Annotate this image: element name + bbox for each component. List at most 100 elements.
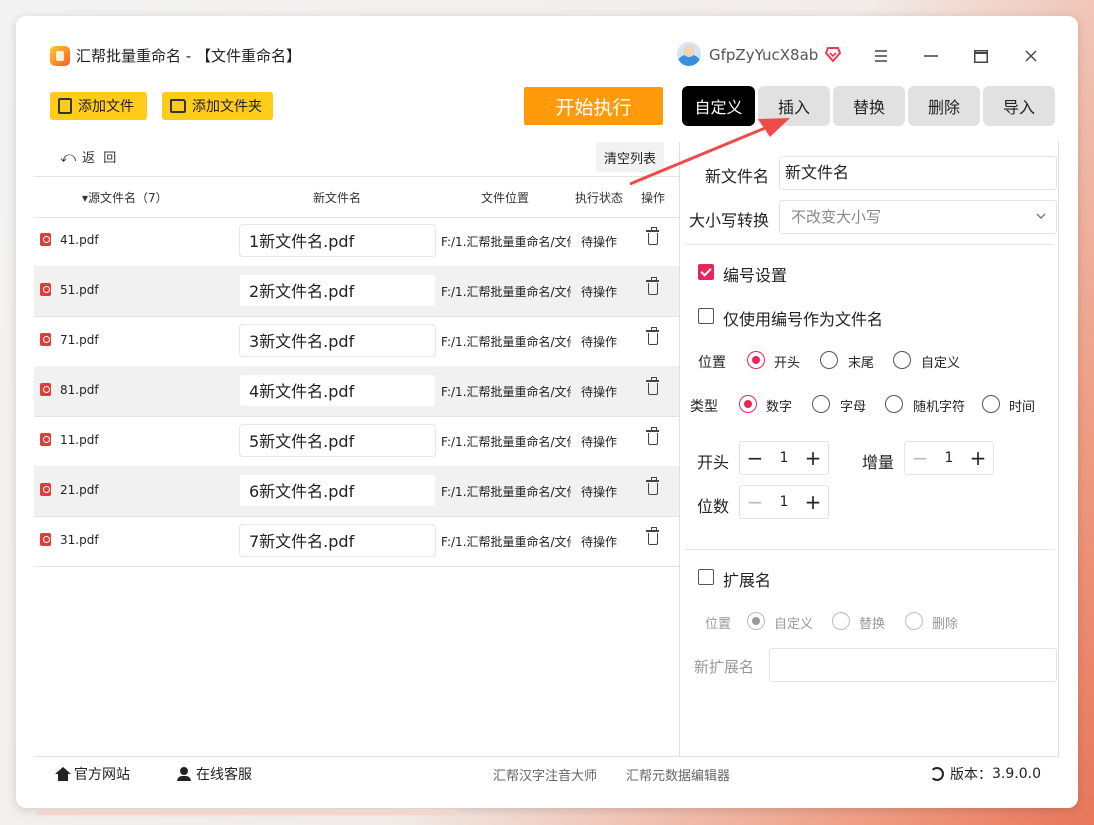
- start-decrement-button[interactable]: −: [740, 442, 770, 474]
- ext-radio-replace[interactable]: [832, 612, 850, 630]
- type-radio-random[interactable]: [885, 395, 903, 413]
- table-row[interactable]: 21.pdf 6新文件名.pdf F:/1.汇帮批量重命名/文件 待操作: [34, 466, 679, 517]
- table-row[interactable]: 81.pdf 4新文件名.pdf F:/1.汇帮批量重命名/文件 待操作: [34, 366, 679, 417]
- increment-stepper: − 1 +: [904, 441, 994, 475]
- tab-custom[interactable]: 自定义: [682, 86, 755, 126]
- status-text: 待操作: [581, 285, 618, 299]
- ext-option-delete: 删除: [932, 617, 959, 632]
- start-value[interactable]: 1: [770, 442, 798, 474]
- product-link-pinyin[interactable]: 汇帮汉字注音大师: [493, 764, 597, 784]
- trash-icon[interactable]: [646, 427, 659, 445]
- new-name-cell[interactable]: 7新文件名.pdf: [239, 524, 436, 557]
- position-label: 位置: [698, 355, 726, 371]
- separator: [685, 549, 1054, 550]
- position-option-custom: 自定义: [921, 356, 961, 371]
- table-header: ▾源文件名（7） 新文件名 文件位置 执行状态 操作: [34, 176, 679, 218]
- position-radio-end[interactable]: [820, 351, 838, 369]
- position-radio-start[interactable]: [747, 351, 765, 369]
- new-name-cell[interactable]: 4新文件名.pdf: [239, 374, 436, 407]
- tab-replace[interactable]: 替换: [833, 86, 905, 126]
- only-number-checkbox[interactable]: [698, 308, 714, 324]
- refresh-icon[interactable]: [930, 767, 944, 781]
- vip-heart-icon[interactable]: [824, 45, 842, 63]
- source-name: 71.pdf: [60, 333, 99, 347]
- digits-increment-button[interactable]: +: [798, 486, 828, 518]
- table-row[interactable]: 11.pdf 5新文件名.pdf F:/1.汇帮批量重命名/文件 待操作: [34, 416, 679, 467]
- ext-radio-delete[interactable]: [905, 612, 923, 630]
- increment-decrement-button[interactable]: −: [905, 442, 935, 474]
- file-location: F:/1.汇帮批量重命名/文件: [441, 485, 571, 499]
- trash-icon[interactable]: [646, 277, 659, 295]
- user-avatar[interactable]: [677, 42, 701, 66]
- new-ext-input[interactable]: [769, 648, 1057, 682]
- file-location: F:/1.汇帮批量重命名/文件: [441, 535, 571, 549]
- trash-icon[interactable]: [646, 527, 659, 545]
- product-link-metadata[interactable]: 汇帮元数据编辑器: [626, 764, 730, 784]
- start-increment-button[interactable]: +: [798, 442, 828, 474]
- add-file-button[interactable]: 添加文件: [50, 92, 147, 120]
- increment-label: 增量: [862, 453, 895, 472]
- type-radio-number[interactable]: [739, 395, 757, 413]
- home-icon: [55, 767, 71, 781]
- username[interactable]: GfpZyYucX8ab: [709, 45, 818, 65]
- header-source[interactable]: ▾源文件名（7）: [82, 189, 168, 206]
- panel-right-border: [1058, 142, 1059, 757]
- tab-delete[interactable]: 删除: [908, 86, 980, 126]
- trash-icon[interactable]: [646, 327, 659, 345]
- table-row[interactable]: 41.pdf 1新文件名.pdf F:/1.汇帮批量重命名/文件 待操作: [34, 216, 679, 267]
- type-option-letter: 字母: [840, 400, 867, 415]
- tab-insert[interactable]: 插入: [758, 86, 830, 126]
- chevron-down-icon: [1036, 201, 1046, 244]
- digits-value[interactable]: 1: [770, 486, 798, 518]
- website-link[interactable]: 官方网站: [55, 764, 130, 784]
- digits-label: 位数: [697, 497, 730, 516]
- tab-import[interactable]: 导入: [983, 86, 1055, 126]
- case-select[interactable]: 不改变大小写: [779, 200, 1057, 234]
- file-location: F:/1.汇帮批量重命名/文件: [441, 385, 571, 399]
- status-text: 待操作: [581, 485, 618, 499]
- new-name-cell[interactable]: 1新文件名.pdf: [239, 224, 436, 257]
- pdf-file-icon: [40, 383, 51, 396]
- menu-icon[interactable]: [867, 42, 895, 70]
- extension-checkbox[interactable]: [698, 569, 714, 585]
- new-name-cell[interactable]: 5新文件名.pdf: [239, 424, 436, 457]
- new-name-input[interactable]: 新文件名: [779, 156, 1057, 190]
- header-new-name: 新文件名: [313, 191, 362, 205]
- minimize-icon[interactable]: [917, 42, 945, 70]
- type-option-time: 时间: [1009, 400, 1036, 415]
- source-name: 31.pdf: [60, 533, 99, 547]
- header-action: 操作: [641, 191, 666, 205]
- numbering-checkbox[interactable]: [698, 264, 714, 280]
- case-label: 大小写转换: [689, 211, 770, 230]
- back-button[interactable]: ⤺ 返 回: [60, 147, 116, 167]
- table-row[interactable]: 31.pdf 7新文件名.pdf F:/1.汇帮批量重命名/文件 待操作: [34, 516, 679, 567]
- maximize-icon[interactable]: [967, 42, 995, 70]
- clear-list-button[interactable]: 清空列表: [596, 142, 664, 172]
- support-link[interactable]: 在线客服: [177, 764, 252, 784]
- type-radio-letter[interactable]: [812, 395, 830, 413]
- pdf-file-icon: [40, 333, 51, 346]
- ext-radio-custom[interactable]: [747, 612, 765, 630]
- start-button[interactable]: 开始执行: [524, 87, 663, 125]
- window-title: 汇帮批量重命名 - 【文件重命名】: [76, 47, 301, 65]
- new-name-cell[interactable]: 6新文件名.pdf: [239, 474, 436, 507]
- type-radio-time[interactable]: [982, 395, 1000, 413]
- new-name-cell[interactable]: 3新文件名.pdf: [239, 324, 436, 357]
- ext-option-replace: 替换: [859, 617, 886, 632]
- pdf-file-icon: [40, 533, 51, 546]
- pdf-file-icon: [40, 283, 51, 296]
- new-name-cell[interactable]: 2新文件名.pdf: [239, 274, 436, 307]
- table-row[interactable]: 51.pdf 2新文件名.pdf F:/1.汇帮批量重命名/文件 待操作: [34, 266, 679, 317]
- trash-icon[interactable]: [646, 377, 659, 395]
- trash-icon[interactable]: [646, 477, 659, 495]
- status-text: 待操作: [581, 535, 618, 549]
- digits-decrement-button[interactable]: −: [740, 486, 770, 518]
- table-row[interactable]: 71.pdf 3新文件名.pdf F:/1.汇帮批量重命名/文件 待操作: [34, 316, 679, 367]
- add-folder-button[interactable]: 添加文件夹: [162, 92, 273, 120]
- close-icon[interactable]: [1017, 42, 1045, 70]
- position-radio-custom[interactable]: [893, 351, 911, 369]
- start-stepper: − 1 +: [739, 441, 829, 475]
- increment-value[interactable]: 1: [935, 442, 963, 474]
- trash-icon[interactable]: [646, 227, 659, 245]
- increment-increment-button[interactable]: +: [963, 442, 993, 474]
